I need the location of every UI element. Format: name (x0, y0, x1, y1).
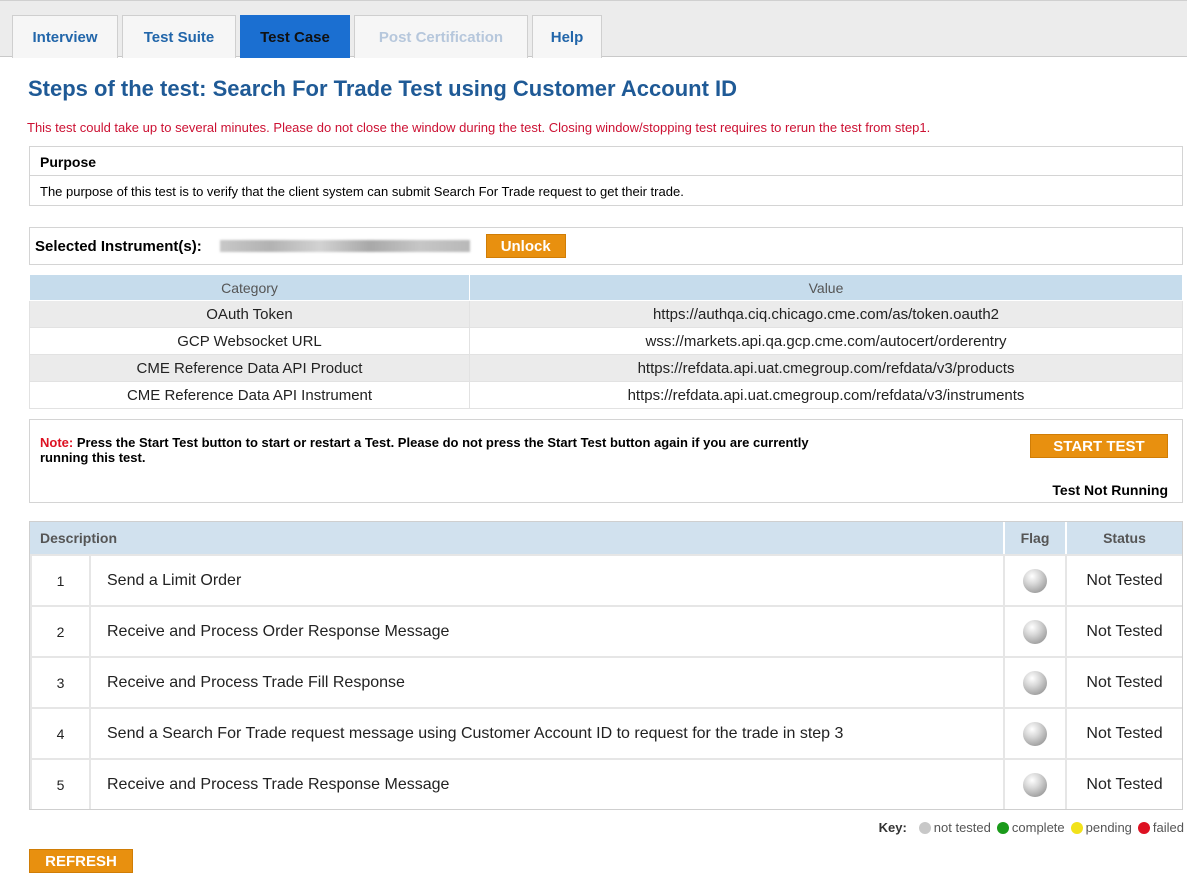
table-row: 2 Receive and Process Order Response Mes… (30, 605, 1182, 656)
column-header-description: Description (30, 522, 1003, 554)
status-key: Key: not tested complete pending failed (879, 820, 1184, 835)
step-number: 2 (30, 605, 89, 656)
tab-post-certification: Post Certification (354, 15, 528, 58)
step-flag (1003, 554, 1065, 605)
key-pending: pending (1085, 820, 1132, 835)
unlock-button[interactable]: Unlock (485, 234, 566, 258)
purpose-panel: Purpose The purpose of this test is to v… (29, 146, 1183, 206)
table-row: 3 Receive and Process Trade Fill Respons… (30, 656, 1182, 707)
refresh-button[interactable]: REFRESH (29, 849, 133, 873)
step-status: Not Tested (1065, 707, 1182, 758)
not-tested-flag-icon (1023, 721, 1047, 746)
not-tested-flag-icon (1023, 670, 1047, 695)
tab-interview[interactable]: Interview (12, 15, 118, 58)
table-row: 1 Send a Limit Order Not Tested (30, 554, 1182, 605)
step-flag (1003, 656, 1065, 707)
config-value: https://refdata.api.uat.cmegroup.com/ref… (469, 354, 1183, 382)
step-status: Not Tested (1065, 605, 1182, 656)
config-table: Category Value OAuth Token https://authq… (29, 274, 1183, 409)
failed-dot-icon (1137, 821, 1150, 834)
start-test-panel: Note: Press the Start Test button to sta… (29, 419, 1183, 503)
config-category: GCP Websocket URL (29, 327, 470, 355)
table-row: GCP Websocket URL wss://markets.api.qa.g… (29, 327, 1183, 355)
complete-dot-icon (996, 821, 1009, 834)
start-test-button[interactable]: START TEST (1030, 434, 1168, 458)
not-tested-dot-icon (918, 821, 931, 834)
step-number: 5 (30, 758, 89, 809)
selected-instrument-panel: Selected Instrument(s): Unlock (29, 227, 1183, 265)
step-description: Receive and Process Order Response Messa… (89, 605, 1003, 656)
steps-table: Description Flag Status 1 Send a Limit O… (29, 521, 1183, 810)
table-row: 4 Send a Search For Trade request messag… (30, 707, 1182, 758)
step-number: 1 (30, 554, 89, 605)
column-header-status: Status (1065, 522, 1182, 554)
note-label: Note: (40, 435, 74, 450)
note-text: Note: Press the Start Test button to sta… (40, 435, 840, 465)
test-state-label: Test Not Running (1052, 482, 1168, 498)
note-body: Press the Start Test button to start or … (40, 435, 809, 465)
page-title: Steps of the test: Search For Trade Test… (28, 76, 738, 101)
tab-test-suite[interactable]: Test Suite (122, 15, 236, 58)
table-row: OAuth Token https://authqa.ciq.chicago.c… (29, 300, 1183, 328)
step-description: Send a Limit Order (89, 554, 1003, 605)
key-failed: failed (1152, 820, 1184, 835)
purpose-heading: Purpose (30, 147, 1182, 176)
table-row: CME Reference Data API Instrument https:… (29, 381, 1183, 409)
config-category: CME Reference Data API Instrument (29, 381, 470, 409)
config-category: OAuth Token (29, 300, 470, 328)
step-status: Not Tested (1065, 554, 1182, 605)
tab-bar: Interview Test Suite Test Case Post Cert… (0, 0, 1187, 58)
config-value: https://refdata.api.uat.cmegroup.com/ref… (469, 381, 1183, 409)
step-description: Receive and Process Trade Response Messa… (89, 758, 1003, 809)
step-number: 3 (30, 656, 89, 707)
pending-dot-icon (1070, 821, 1083, 834)
column-header-flag: Flag (1003, 522, 1065, 554)
instrument-value-redacted (219, 240, 470, 252)
step-flag (1003, 605, 1065, 656)
table-row: CME Reference Data API Product https://r… (29, 354, 1183, 382)
tab-test-case[interactable]: Test Case (240, 15, 350, 58)
config-value: wss://markets.api.qa.gcp.cme.com/autocer… (469, 327, 1183, 355)
tab-help[interactable]: Help (532, 15, 602, 58)
table-row: 5 Receive and Process Trade Response Mes… (30, 758, 1182, 809)
not-tested-flag-icon (1023, 619, 1047, 644)
warning-message: This test could take up to several minut… (27, 120, 931, 135)
step-status: Not Tested (1065, 656, 1182, 707)
column-header-value: Value (469, 274, 1183, 301)
config-category: CME Reference Data API Product (29, 354, 470, 382)
step-flag (1003, 758, 1065, 809)
not-tested-flag-icon (1023, 772, 1047, 797)
purpose-text: The purpose of this test is to verify th… (40, 184, 684, 199)
step-status: Not Tested (1065, 758, 1182, 809)
step-number: 4 (30, 707, 89, 758)
step-description: Send a Search For Trade request message … (89, 707, 1003, 758)
column-header-category: Category (29, 274, 470, 301)
selected-instrument-label: Selected Instrument(s): (35, 237, 202, 255)
key-complete: complete (1011, 820, 1065, 835)
config-value: https://authqa.ciq.chicago.cme.com/as/to… (469, 300, 1183, 328)
key-not-tested: not tested (933, 820, 991, 835)
step-flag (1003, 707, 1065, 758)
not-tested-flag-icon (1023, 568, 1047, 593)
key-label: Key: (878, 820, 907, 835)
step-description: Receive and Process Trade Fill Response (89, 656, 1003, 707)
